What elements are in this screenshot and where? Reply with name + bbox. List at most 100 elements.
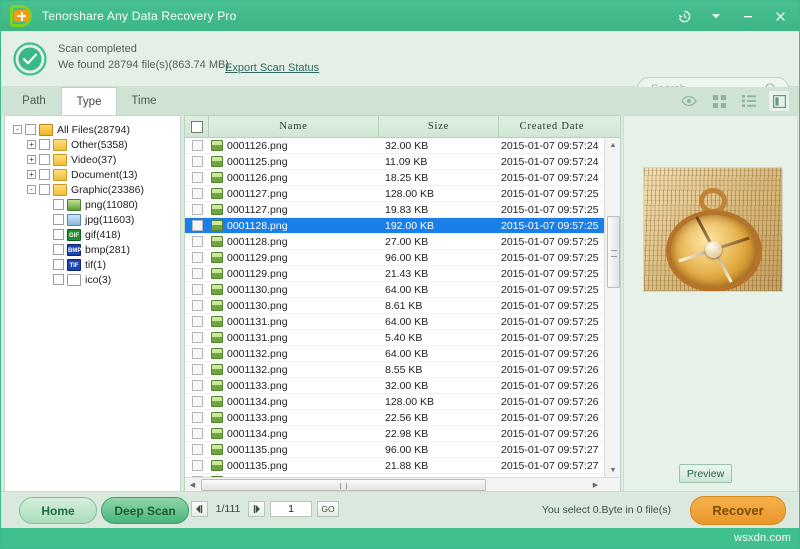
row-checkbox[interactable] <box>191 220 203 231</box>
row-checkbox-cell[interactable] <box>185 156 209 167</box>
tree-item-gif[interactable]: GIF gif(418) <box>5 227 180 242</box>
tree-item-checkbox[interactable] <box>39 154 50 165</box>
row-checkbox-cell[interactable] <box>185 300 209 311</box>
row-checkbox[interactable] <box>191 172 203 183</box>
collapse-icon[interactable]: - <box>13 125 22 134</box>
table-row[interactable]: 0001127.png 128.00 KB 2015-01-07 09:57:25 <box>185 186 605 202</box>
row-checkbox[interactable] <box>191 348 203 359</box>
row-checkbox-cell[interactable] <box>185 140 209 151</box>
horizontal-scrollbar[interactable]: ◀ ▶ <box>185 477 620 492</box>
vertical-scrollbar[interactable]: ▲ ▼ <box>604 138 620 478</box>
row-checkbox-cell[interactable] <box>185 332 209 343</box>
tree-item-other[interactable]: + Other(5358) <box>5 137 180 152</box>
row-checkbox-cell[interactable] <box>185 188 209 199</box>
row-checkbox[interactable] <box>191 428 203 439</box>
row-checkbox[interactable] <box>191 316 203 327</box>
go-button[interactable]: GO <box>317 501 339 517</box>
table-row[interactable]: 0001135.png 21.88 KB 2015-01-07 09:57:27 <box>185 458 605 474</box>
column-header-created-date[interactable]: Created Date <box>499 116 605 137</box>
row-checkbox[interactable] <box>191 380 203 391</box>
detail-view-icon[interactable] <box>769 91 789 111</box>
row-checkbox[interactable] <box>191 236 203 247</box>
select-all-header[interactable] <box>185 116 209 137</box>
vertical-scroll-thumb[interactable] <box>607 216 620 288</box>
row-checkbox[interactable] <box>191 204 203 215</box>
row-checkbox[interactable] <box>191 252 203 263</box>
grid-view-icon[interactable] <box>709 91 729 111</box>
tree-item-checkbox[interactable] <box>39 169 50 180</box>
tree-item-video[interactable]: + Video(37) <box>5 152 180 167</box>
table-row[interactable]: 0001128.png 192.00 KB 2015-01-07 09:57:25 <box>185 218 605 234</box>
expand-icon[interactable]: + <box>27 155 36 164</box>
tree-item-tif[interactable]: TIF tif(1) <box>5 257 180 272</box>
row-checkbox[interactable] <box>191 460 203 471</box>
collapse-icon[interactable]: - <box>27 185 36 194</box>
chevron-down-icon[interactable] <box>701 3 731 29</box>
row-checkbox[interactable] <box>191 332 203 343</box>
row-checkbox-cell[interactable] <box>185 444 209 455</box>
row-checkbox-cell[interactable] <box>185 428 209 439</box>
row-checkbox[interactable] <box>191 140 203 151</box>
table-row[interactable]: 0001133.png 22.56 KB 2015-01-07 09:57:26 <box>185 410 605 426</box>
row-checkbox[interactable] <box>191 268 203 279</box>
row-checkbox[interactable] <box>191 396 203 407</box>
tree-item-checkbox[interactable] <box>53 199 64 210</box>
tree-item-checkbox[interactable] <box>53 214 64 225</box>
row-checkbox-cell[interactable] <box>185 172 209 183</box>
tab-time[interactable]: Time <box>119 87 169 115</box>
export-scan-status-link[interactable]: Export Scan Status <box>225 62 319 74</box>
row-checkbox[interactable] <box>191 156 203 167</box>
row-checkbox-cell[interactable] <box>185 412 209 423</box>
table-row[interactable]: 0001126.png 32.00 KB 2015-01-07 09:57:24 <box>185 138 605 154</box>
tree-item-graphic[interactable]: - Graphic(23386) <box>5 182 180 197</box>
table-row[interactable]: 0001134.png 22.98 KB 2015-01-07 09:57:26 <box>185 426 605 442</box>
minimize-button[interactable] <box>733 3 763 29</box>
row-checkbox[interactable] <box>191 444 203 455</box>
row-checkbox-cell[interactable] <box>185 380 209 391</box>
row-checkbox-cell[interactable] <box>185 348 209 359</box>
tree-item-checkbox[interactable] <box>39 139 50 150</box>
table-row[interactable]: 0001127.png 19.83 KB 2015-01-07 09:57:25 <box>185 202 605 218</box>
table-row[interactable]: 0001129.png 21.43 KB 2015-01-07 09:57:25 <box>185 266 605 282</box>
row-checkbox-cell[interactable] <box>185 316 209 327</box>
table-row[interactable]: 0001132.png 8.55 KB 2015-01-07 09:57:26 <box>185 362 605 378</box>
table-row[interactable]: 0001130.png 8.61 KB 2015-01-07 09:57:25 <box>185 298 605 314</box>
deep-scan-button[interactable]: Deep Scan <box>101 497 189 524</box>
row-checkbox-cell[interactable] <box>185 268 209 279</box>
row-checkbox-cell[interactable] <box>185 364 209 375</box>
row-checkbox-cell[interactable] <box>185 220 209 231</box>
row-checkbox-cell[interactable] <box>185 204 209 215</box>
select-all-checkbox[interactable] <box>190 120 203 133</box>
row-checkbox[interactable] <box>191 300 203 311</box>
row-checkbox-cell[interactable] <box>185 252 209 263</box>
file-list-panel[interactable]: Name Size Created Date 0001126.png 32.00 … <box>184 115 621 493</box>
row-checkbox-cell[interactable] <box>185 460 209 471</box>
file-type-tree-panel[interactable]: - All Files(28794) + Other(5358) + Video(37) +… <box>4 115 181 493</box>
tree-item-checkbox[interactable] <box>53 229 64 240</box>
row-checkbox[interactable] <box>191 412 203 423</box>
table-row[interactable]: 0001132.png 64.00 KB 2015-01-07 09:57:26 <box>185 346 605 362</box>
tree-item-checkbox[interactable] <box>39 184 50 195</box>
tab-path[interactable]: Path <box>9 87 59 115</box>
column-header-size[interactable]: Size <box>379 116 499 137</box>
list-view-icon[interactable] <box>739 91 759 111</box>
eye-icon[interactable] <box>679 91 699 111</box>
tree-item-jpg[interactable]: jpg(11603) <box>5 212 180 227</box>
close-button[interactable] <box>765 3 795 29</box>
row-checkbox[interactable] <box>191 188 203 199</box>
history-icon[interactable] <box>669 3 699 29</box>
horizontal-scroll-thumb[interactable] <box>201 479 486 491</box>
table-row[interactable]: 0001129.png 96.00 KB 2015-01-07 09:57:25 <box>185 250 605 266</box>
tree-item-ico[interactable]: ico(3) <box>5 272 180 287</box>
preview-button[interactable]: Preview <box>679 464 732 483</box>
tab-type[interactable]: Type <box>61 87 117 115</box>
tree-item-checkbox[interactable] <box>25 124 36 135</box>
tree-item-bmp[interactable]: BMP bmp(281) <box>5 242 180 257</box>
scroll-up-icon[interactable]: ▲ <box>605 138 620 153</box>
recover-button[interactable]: Recover <box>690 496 786 525</box>
row-checkbox[interactable] <box>191 284 203 295</box>
row-checkbox-cell[interactable] <box>185 284 209 295</box>
last-page-button[interactable] <box>248 501 265 517</box>
row-checkbox[interactable] <box>191 364 203 375</box>
row-checkbox-cell[interactable] <box>185 236 209 247</box>
